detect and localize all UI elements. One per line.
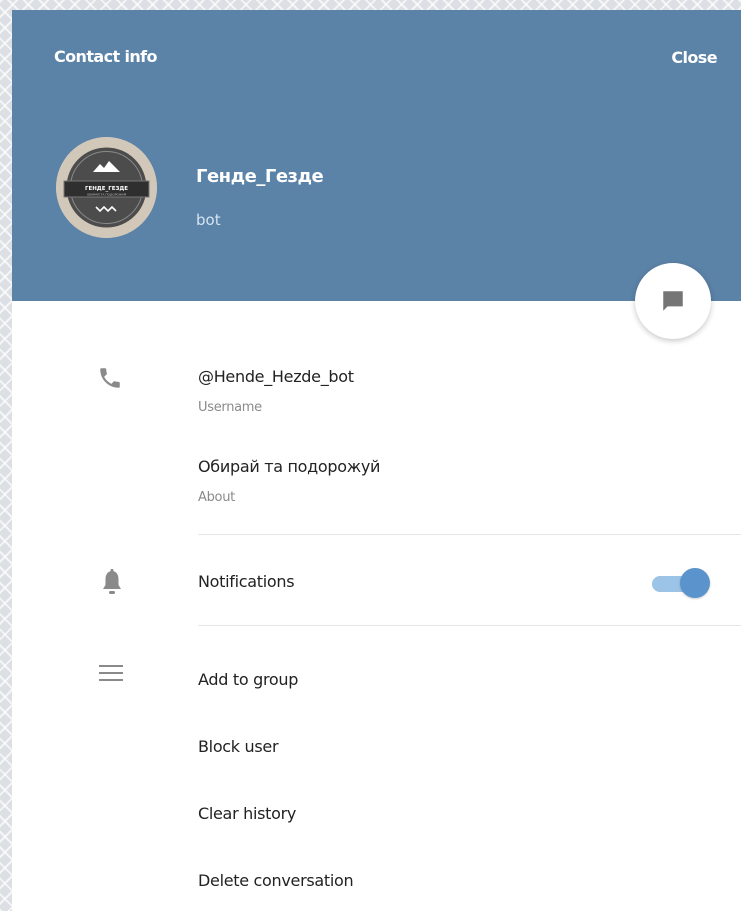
phone-icon (97, 365, 123, 395)
divider (198, 625, 741, 626)
avatar-logo-icon: ГЕНДЕ_ГЕЗДЕ ОБИРАЙ ТА ПОДОРОЖУЙ (56, 137, 157, 238)
profile-status: bot (196, 211, 221, 229)
divider (198, 534, 741, 535)
username-value[interactable]: @Hende_Hezde_bot (198, 367, 354, 386)
bell-icon (101, 569, 123, 601)
notifications-label: Notifications (198, 572, 295, 591)
delete-conversation-button[interactable]: Delete conversation (198, 871, 354, 890)
avatar[interactable]: ГЕНДЕ_ГЕЗДЕ ОБИРАЙ ТА ПОДОРОЖУЙ (56, 137, 157, 238)
contact-info-panel: Contact info Close ГЕНДЕ_ГЕЗДЕ ОБИРАЙ ТА… (12, 10, 741, 911)
username-label: Username (198, 400, 262, 415)
menu-icon (99, 664, 123, 686)
about-label: About (198, 490, 235, 505)
header-title: Contact info (54, 47, 158, 66)
send-message-button[interactable] (635, 263, 711, 339)
add-to-group-button[interactable]: Add to group (198, 670, 298, 689)
clear-history-button[interactable]: Clear history (198, 804, 296, 823)
profile-name: Генде_Гезде (196, 166, 324, 187)
svg-text:ОБИРАЙ ТА ПОДОРОЖУЙ: ОБИРАЙ ТА ПОДОРОЖУЙ (87, 192, 126, 197)
close-button[interactable]: Close (671, 48, 717, 67)
message-icon (663, 291, 683, 311)
about-value: Обирай та подорожуй (198, 457, 381, 476)
contact-info-header: Contact info Close ГЕНДЕ_ГЕЗДЕ ОБИРАЙ ТА… (12, 10, 741, 301)
notifications-toggle[interactable] (652, 568, 710, 598)
block-user-button[interactable]: Block user (198, 737, 279, 756)
toggle-knob (680, 568, 710, 598)
svg-text:ГЕНДЕ_ГЕЗДЕ: ГЕНДЕ_ГЕЗДЕ (85, 186, 128, 192)
